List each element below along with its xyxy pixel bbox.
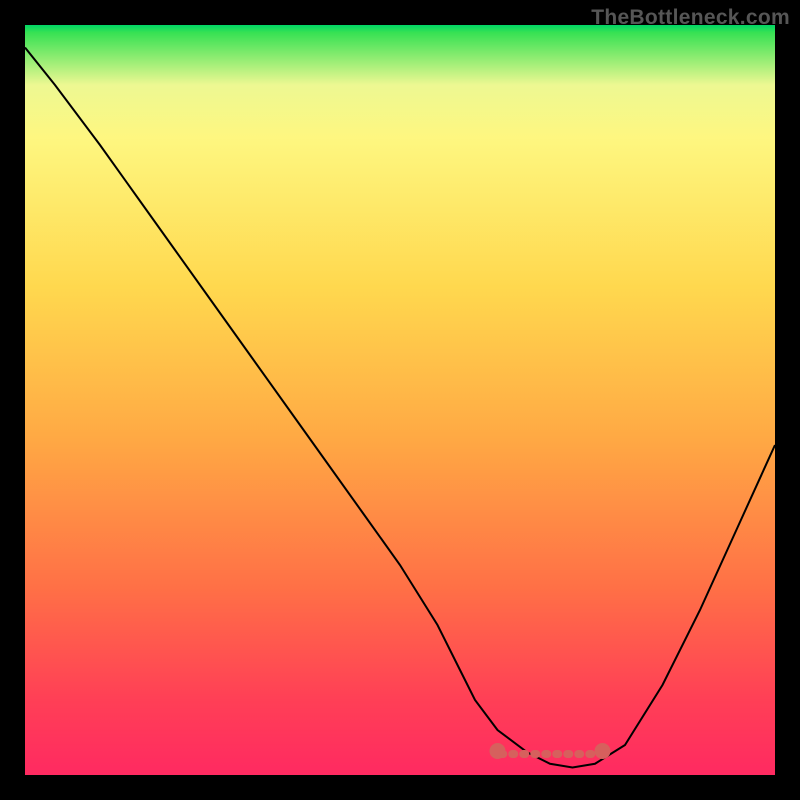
pin-marker-left [490, 743, 506, 759]
chart-plot-area [25, 25, 775, 775]
brand-watermark: TheBottleneck.com [591, 6, 790, 30]
pin-marker-right [595, 743, 611, 759]
bottleneck-curve [25, 48, 775, 768]
chart-svg [25, 25, 775, 775]
